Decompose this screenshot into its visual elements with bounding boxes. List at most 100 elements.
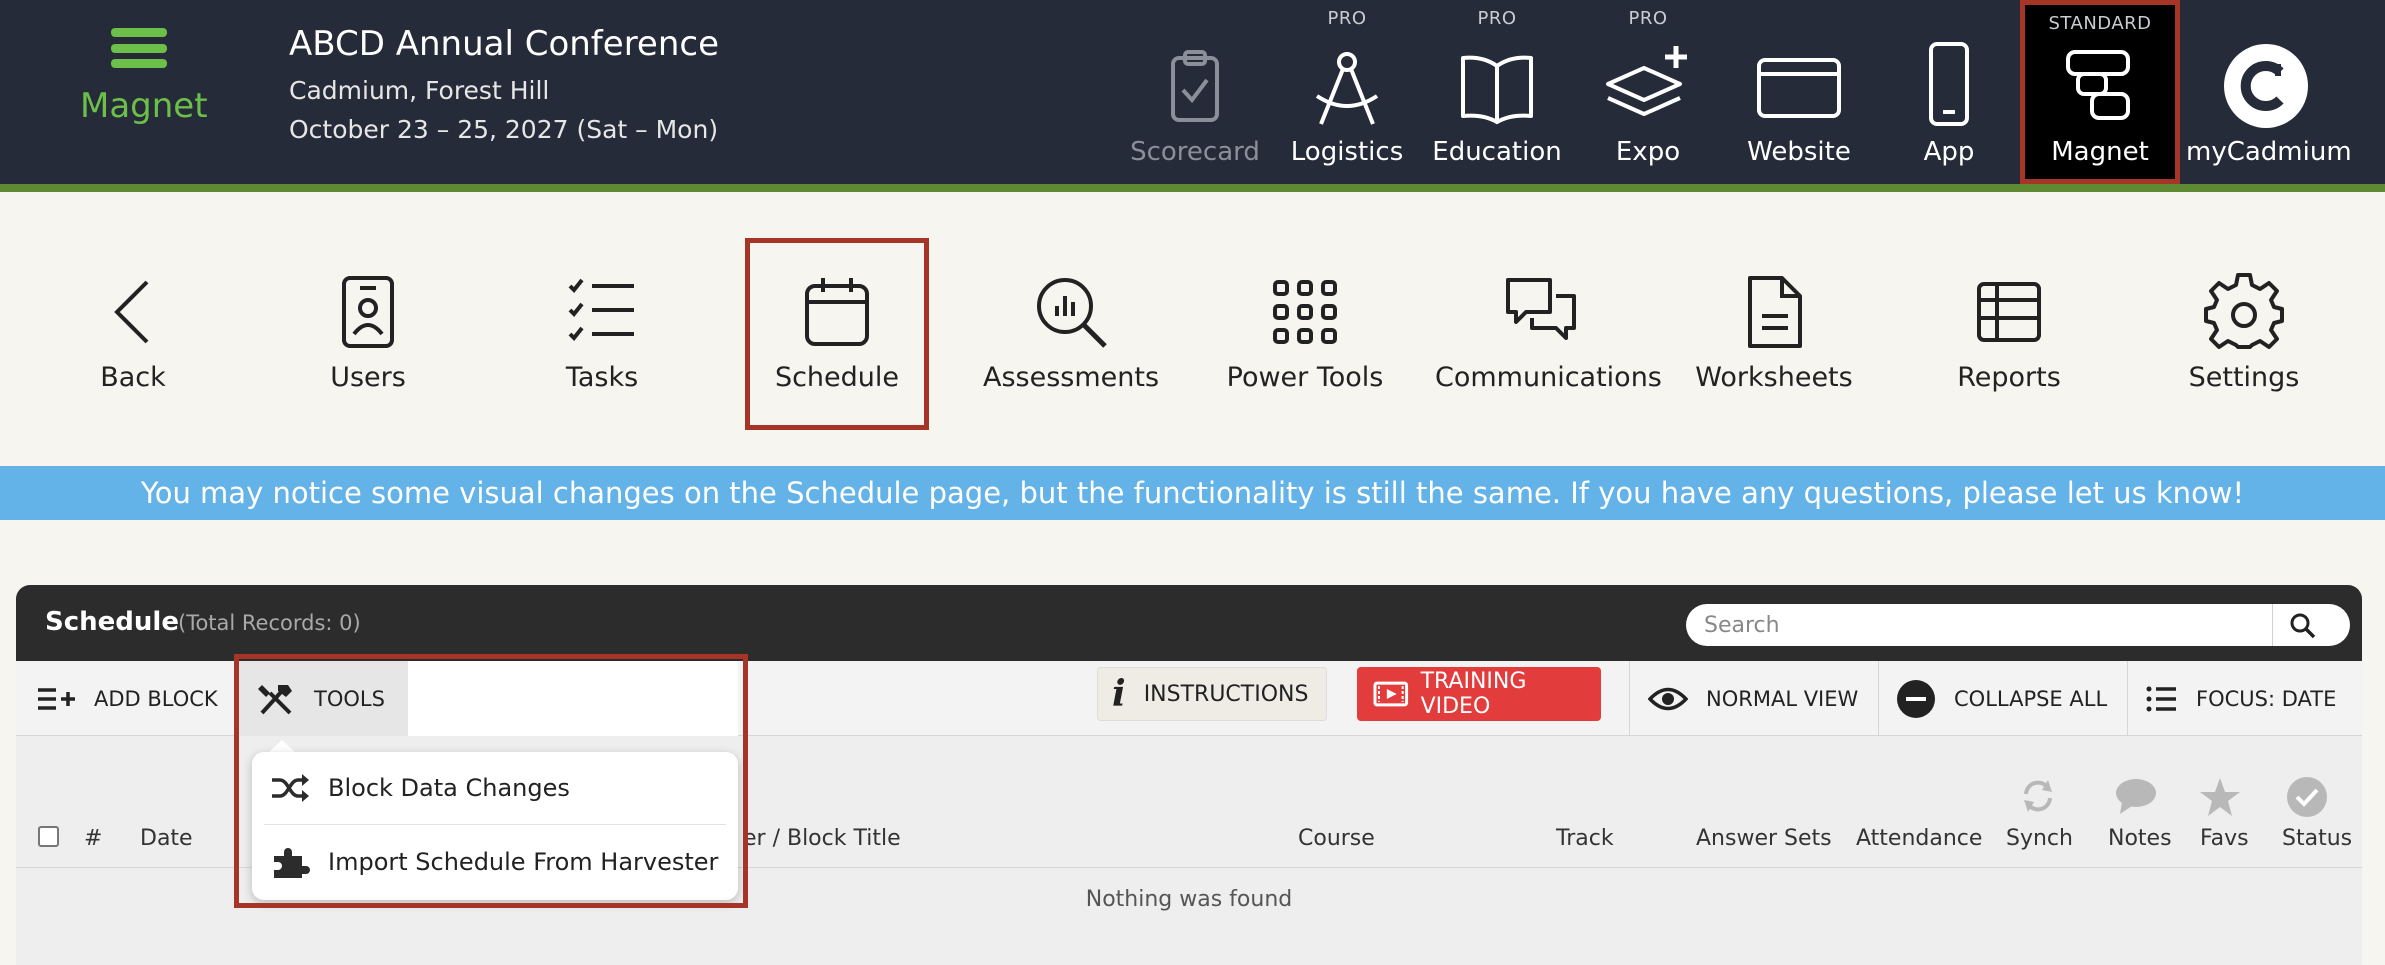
- app-nav-label: Magnet: [2051, 137, 2149, 167]
- document-icon: [1748, 276, 1802, 348]
- app-nav-label: Website: [1747, 137, 1851, 167]
- module-nav-tasks[interactable]: Tasks: [497, 238, 707, 430]
- app-nav-mycadmium[interactable]: myCadmium: [2186, 0, 2352, 184]
- tier-label: PRO: [1477, 8, 1517, 29]
- focus-date-label: FOCUS: DATE: [2196, 686, 2337, 711]
- training-video-button[interactable]: TRAINING VIDEO: [1357, 667, 1601, 721]
- module-nav-assessments[interactable]: Assessments: [966, 238, 1176, 430]
- column-date[interactable]: Date: [140, 826, 193, 851]
- tools-icon: [258, 684, 292, 714]
- brand-name: Magnet: [80, 86, 208, 126]
- film-icon: [1373, 681, 1409, 707]
- cadmium-logo-icon: [2224, 44, 2308, 128]
- app-nav-label: myCadmium: [2186, 137, 2352, 167]
- menu-item-label: Import Schedule From Harvester: [328, 848, 719, 876]
- column-attendance[interactable]: Attendance: [1856, 826, 1982, 851]
- search-input[interactable]: [1686, 604, 2350, 646]
- module-nav-settings[interactable]: Settings: [2139, 238, 2349, 430]
- app-nav-label: Education: [1432, 137, 1562, 167]
- module-nav-label: Tasks: [565, 362, 639, 393]
- module-nav-back[interactable]: Back: [28, 238, 238, 430]
- select-all-checkbox[interactable]: [38, 826, 59, 847]
- smartphone-icon: [1929, 42, 1969, 126]
- column-synch[interactable]: Synch: [2006, 826, 2073, 851]
- column-block-title[interactable]: er / Block Title: [743, 826, 901, 851]
- toolbar-divider: [1878, 661, 1879, 736]
- checklist-icon: [568, 278, 634, 341]
- synch-icon: [2024, 780, 2052, 812]
- open-book-icon: [1461, 55, 1533, 124]
- hamburger-menu-icon[interactable]: [111, 28, 167, 68]
- app-nav-label: Expo: [1615, 137, 1681, 167]
- minus-circle-icon: [1897, 679, 1935, 718]
- app-nav-label: Logistics: [1290, 137, 1404, 167]
- table-icon: [1977, 282, 2041, 342]
- puzzle-icon: [274, 848, 310, 878]
- module-nav-label: Back: [100, 362, 166, 393]
- menu-item-block-data-changes[interactable]: Block Data Changes: [252, 752, 738, 824]
- browser-window-icon: [1757, 58, 1841, 118]
- star-icon: [2200, 778, 2240, 816]
- chevron-left-icon: [114, 280, 149, 344]
- schedule-panel-header: Schedule (Total Records: 0): [16, 585, 2362, 661]
- tier-label: PRO: [1628, 8, 1668, 29]
- app-nav-education[interactable]: PRO Education: [1427, 0, 1567, 184]
- focus-date-button[interactable]: FOCUS: DATE: [2146, 661, 2336, 736]
- collapse-all-label: COLLAPSE ALL: [1954, 686, 2108, 711]
- grid-dots-icon: [1273, 280, 1337, 344]
- app-nav-expo[interactable]: PRO Expo: [1578, 0, 1718, 184]
- module-nav-label: Reports: [1957, 362, 2061, 393]
- instructions-button[interactable]: i INSTRUCTIONS: [1097, 667, 1327, 721]
- module-nav-communications[interactable]: Communications: [1435, 238, 1662, 430]
- app-nav-magnet[interactable]: STANDARD Magnet: [2020, 0, 2180, 184]
- module-nav-reports[interactable]: Reports: [1904, 238, 2114, 430]
- app-nav-app[interactable]: App: [1879, 0, 2019, 184]
- tools-label: TOOLS: [314, 686, 385, 711]
- toolbar-empty-field[interactable]: [408, 661, 738, 736]
- toolbar-divider: [2127, 661, 2128, 736]
- menu-item-label: Block Data Changes: [328, 774, 570, 802]
- info-banner: You may notice some visual changes on th…: [0, 466, 2385, 520]
- app-nav-logistics[interactable]: PRO Logistics: [1277, 0, 1417, 184]
- collapse-all-button[interactable]: COLLAPSE ALL: [1896, 661, 2107, 736]
- menu-item-import-harvester[interactable]: Import Schedule From Harvester: [252, 826, 738, 898]
- clipboard-check-icon: [1171, 50, 1219, 122]
- tier-label: PRO: [1327, 8, 1367, 29]
- column-favs[interactable]: Favs: [2200, 826, 2249, 851]
- magnet-stack-icon: [2066, 50, 2130, 120]
- column-course[interactable]: Course: [1298, 826, 1375, 851]
- tools-button[interactable]: TOOLS: [256, 661, 385, 736]
- schedule-title: Schedule: [45, 607, 179, 637]
- column-number[interactable]: #: [84, 826, 102, 851]
- module-nav-users[interactable]: Users: [263, 238, 473, 430]
- app-nav-scorecard[interactable]: Scorecard: [1125, 0, 1265, 184]
- module-nav-label: Schedule: [774, 362, 900, 393]
- info-icon: i: [1112, 673, 1126, 715]
- eye-icon: [1648, 687, 1688, 710]
- column-status[interactable]: Status: [2282, 826, 2352, 851]
- module-nav-worksheets[interactable]: Worksheets: [1669, 238, 1879, 430]
- app-nav-label: Scorecard: [1130, 137, 1260, 167]
- column-track[interactable]: Track: [1556, 826, 1614, 851]
- menu-divider: [264, 824, 726, 825]
- top-bar: Magnet ABCD Annual Conference Cadmium, F…: [0, 0, 2385, 184]
- normal-view-label: NORMAL VIEW: [1706, 686, 1859, 711]
- column-notes[interactable]: Notes: [2108, 826, 2172, 851]
- list-icon: [2146, 686, 2176, 711]
- add-block-button[interactable]: ADD BLOCK: [36, 661, 218, 736]
- training-video-label: TRAINING VIDEO: [1420, 669, 1527, 719]
- gear-icon: [2204, 273, 2284, 349]
- shuffle-icon: [272, 774, 309, 802]
- column-answer-sets[interactable]: Answer Sets: [1696, 826, 1832, 851]
- search-button[interactable]: [2272, 604, 2332, 646]
- tier-label: STANDARD: [2048, 13, 2152, 34]
- module-nav-schedule[interactable]: Schedule: [745, 238, 929, 430]
- brand[interactable]: Magnet: [80, 28, 208, 126]
- module-nav-label: Power Tools: [1226, 362, 1384, 393]
- module-nav-power-tools[interactable]: Power Tools: [1200, 238, 1410, 430]
- conference-venue: Cadmium, Forest Hill: [289, 76, 550, 105]
- module-nav-label: Worksheets: [1695, 362, 1853, 393]
- app-nav-website[interactable]: Website: [1729, 0, 1869, 184]
- normal-view-button[interactable]: NORMAL VIEW: [1648, 661, 1858, 736]
- module-nav-label: Users: [330, 362, 406, 393]
